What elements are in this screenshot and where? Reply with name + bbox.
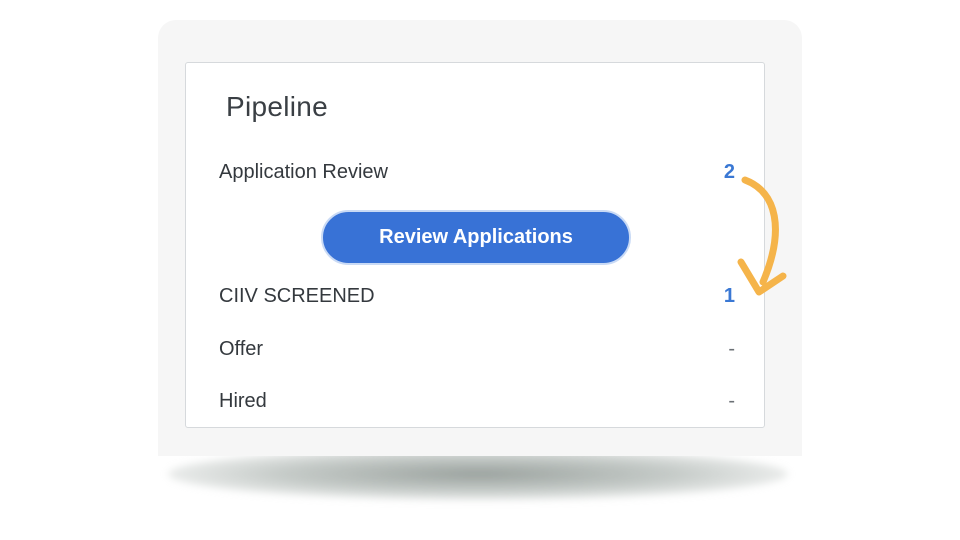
curved-arrow-down-icon	[737, 176, 787, 296]
page-title: Pipeline	[226, 91, 329, 122]
stage-label: Application Review	[219, 161, 388, 183]
stage-count-link[interactable]: 2	[724, 161, 735, 184]
stage-count-link[interactable]: 1	[724, 285, 735, 308]
pipeline-row-hired: Hired -	[219, 390, 735, 413]
stage-count: -	[728, 390, 735, 412]
stage: Pipeline Application Review 2 Review App…	[0, 0, 960, 540]
stage-label: Hired	[219, 390, 267, 412]
pipeline-row-application-review: Application Review 2	[219, 161, 735, 184]
review-applications-button[interactable]: Review Applications	[321, 210, 631, 265]
pipeline-row-offer: Offer -	[219, 338, 735, 361]
pipeline-row-ciiv-screened: CIIV SCREENED 1	[219, 285, 735, 308]
pipeline-card: Pipeline Application Review 2 Review App…	[185, 62, 765, 428]
stage-label: CIIV SCREENED	[219, 285, 375, 307]
stage-count: -	[728, 338, 735, 360]
stage-label: Offer	[219, 338, 264, 360]
